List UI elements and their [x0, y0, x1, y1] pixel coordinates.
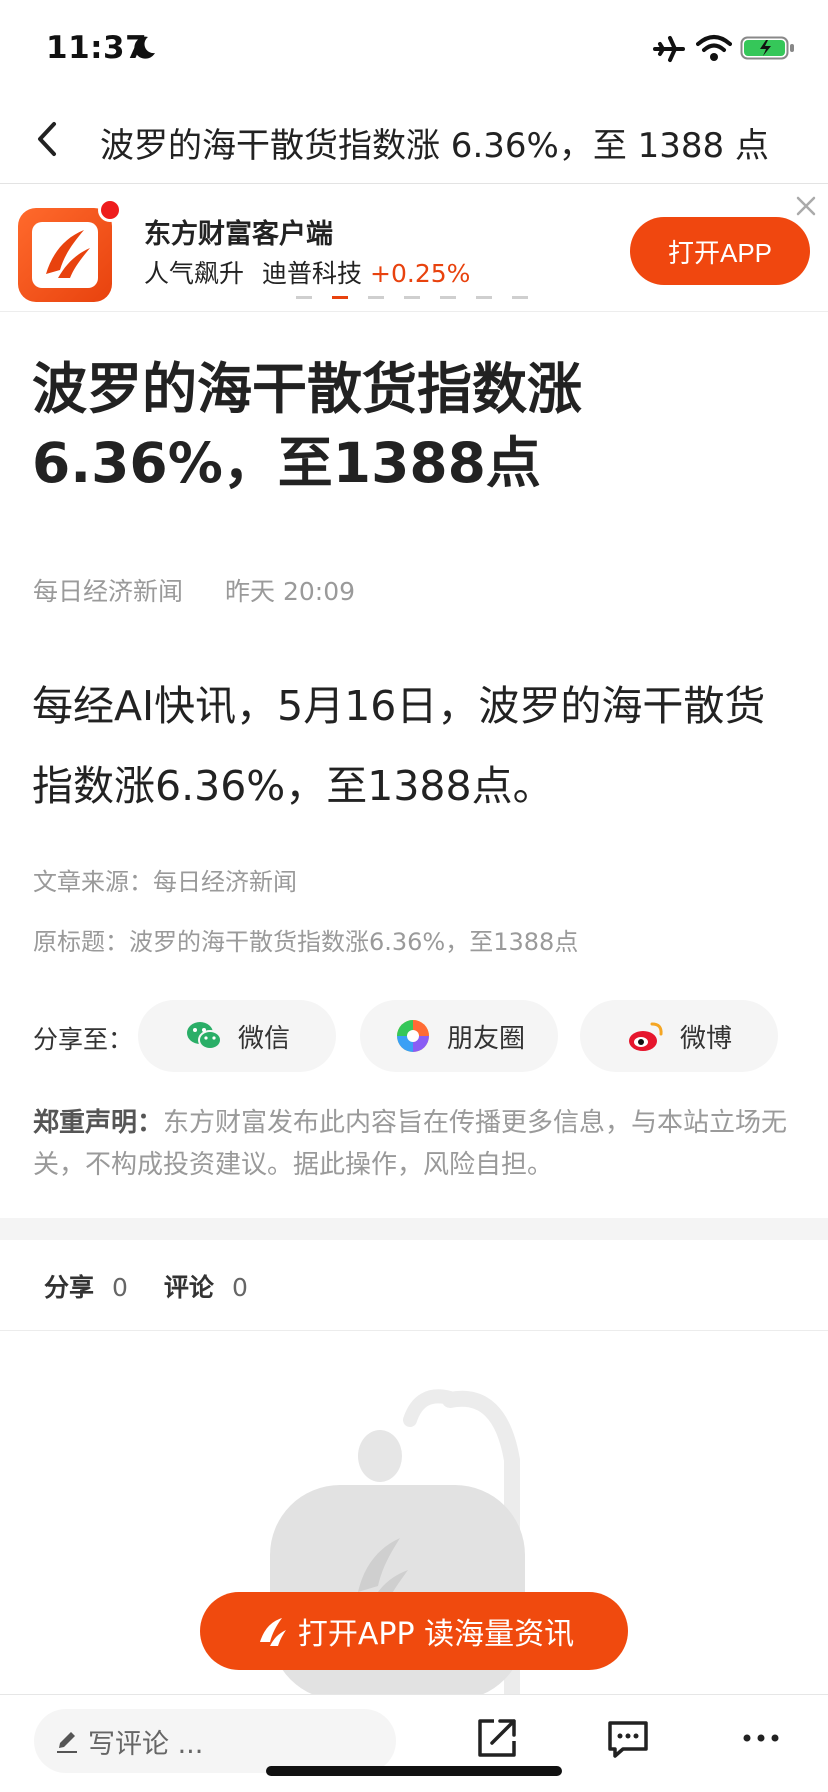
banner-ticker: 人气飙升 迪普科技 +0.25% — [144, 254, 470, 290]
app-download-banner[interactable]: 东方财富客户端 人气飙升 迪普科技 +0.25% 打开APP — [0, 184, 828, 312]
carousel-dot — [404, 296, 420, 299]
ticker-label: 人气飙升 — [144, 259, 245, 288]
share-moments-label: 朋友圈 — [446, 1023, 525, 1054]
pencil-icon — [57, 1732, 77, 1753]
comment-count: 0 — [231, 1273, 248, 1302]
section-divider — [0, 1218, 828, 1240]
share-moments-button[interactable]: 朋友圈 — [360, 1000, 558, 1072]
share-comment-counts: 分享 0 评论 0 — [44, 1268, 248, 1304]
banner-app-name: 东方财富客户端 — [144, 219, 333, 250]
article-body: 每经AI快讯，5月16日，波罗的海干散货指数涨6.36%，至1388点。 — [32, 682, 766, 810]
share-wechat-button[interactable]: 微信 — [138, 1000, 336, 1072]
carousel-dot — [512, 296, 528, 299]
carousel-dot — [296, 296, 312, 299]
bottom-toolbar: 写评论 ... — [0, 1694, 828, 1792]
app-logo-icon — [259, 1618, 286, 1646]
airplane-mode-icon — [653, 36, 685, 62]
share-wechat-label: 微信 — [237, 1023, 290, 1054]
nav-bar: 波罗的海干散货指数涨 6.36%，至 1388 点 — [0, 96, 828, 184]
open-app-button[interactable]: 打开APP — [630, 217, 810, 285]
original-title-line: 原标题：波罗的海干散货指数涨6.36%，至1388点 — [33, 928, 579, 956]
disclaimer: 郑重声明：东方财富发布此内容旨在传播更多信息，与本站立场无关，不构成投资建议。据… — [33, 1102, 803, 1186]
article-time: 昨天 20:09 — [225, 577, 356, 606]
wifi-icon — [696, 35, 732, 61]
app-logo — [18, 208, 112, 302]
divider — [0, 1330, 828, 1331]
moon-icon — [134, 36, 155, 59]
back-chevron-icon[interactable] — [30, 116, 66, 162]
share-count: 0 — [112, 1273, 128, 1302]
comment-count-label[interactable]: 评论 — [164, 1273, 214, 1302]
ticker-stock: 迪普科技 — [262, 259, 363, 288]
app-logo-icon — [32, 222, 98, 288]
article-source-line: 文章来源：每日经济新闻 — [33, 868, 297, 896]
share-weibo-label: 微博 — [679, 1023, 732, 1054]
article-meta: 每日经济新闻 昨天 20:09 — [33, 572, 355, 608]
share-external-icon[interactable] — [474, 1715, 520, 1761]
carousel-dot — [440, 296, 456, 299]
carousel-dot — [476, 296, 492, 299]
share-count-label[interactable]: 分享 — [44, 1273, 94, 1302]
share-weibo-button[interactable]: 微博 — [580, 1000, 778, 1072]
notification-dot — [98, 198, 122, 222]
disclaimer-heading: 郑重声明： — [33, 1108, 164, 1138]
ticker-change: +0.25% — [370, 259, 471, 288]
carousel-dot-active — [332, 296, 348, 299]
battery-charging-icon — [740, 36, 794, 60]
share-label: 分享至： — [33, 1025, 134, 1054]
moments-icon — [396, 1020, 429, 1052]
comment-placeholder: 写评论 ... — [88, 1728, 204, 1760]
comment-icon[interactable] — [605, 1715, 651, 1761]
floating-open-app-button[interactable]: 打开APP 读海量资讯 — [200, 1592, 628, 1670]
carousel-dot — [368, 296, 384, 299]
article-source[interactable]: 每日经济新闻 — [33, 577, 183, 606]
status-bar: 11:37 — [0, 0, 828, 96]
nav-title: 波罗的海干散货指数涨 6.36%，至 1388 点 — [100, 126, 769, 166]
close-icon[interactable] — [792, 192, 820, 220]
wechat-icon — [186, 1022, 222, 1050]
floating-open-app-label: 打开APP 读海量资讯 — [297, 1617, 575, 1652]
comment-input[interactable]: 写评论 ... — [34, 1709, 396, 1773]
article-title: 波罗的海干散货指数涨 6.36%，至1388点 — [32, 357, 583, 495]
weibo-icon — [628, 1022, 663, 1051]
home-indicator — [266, 1766, 562, 1776]
more-icon[interactable] — [738, 1715, 784, 1761]
carousel-dots — [296, 296, 528, 299]
